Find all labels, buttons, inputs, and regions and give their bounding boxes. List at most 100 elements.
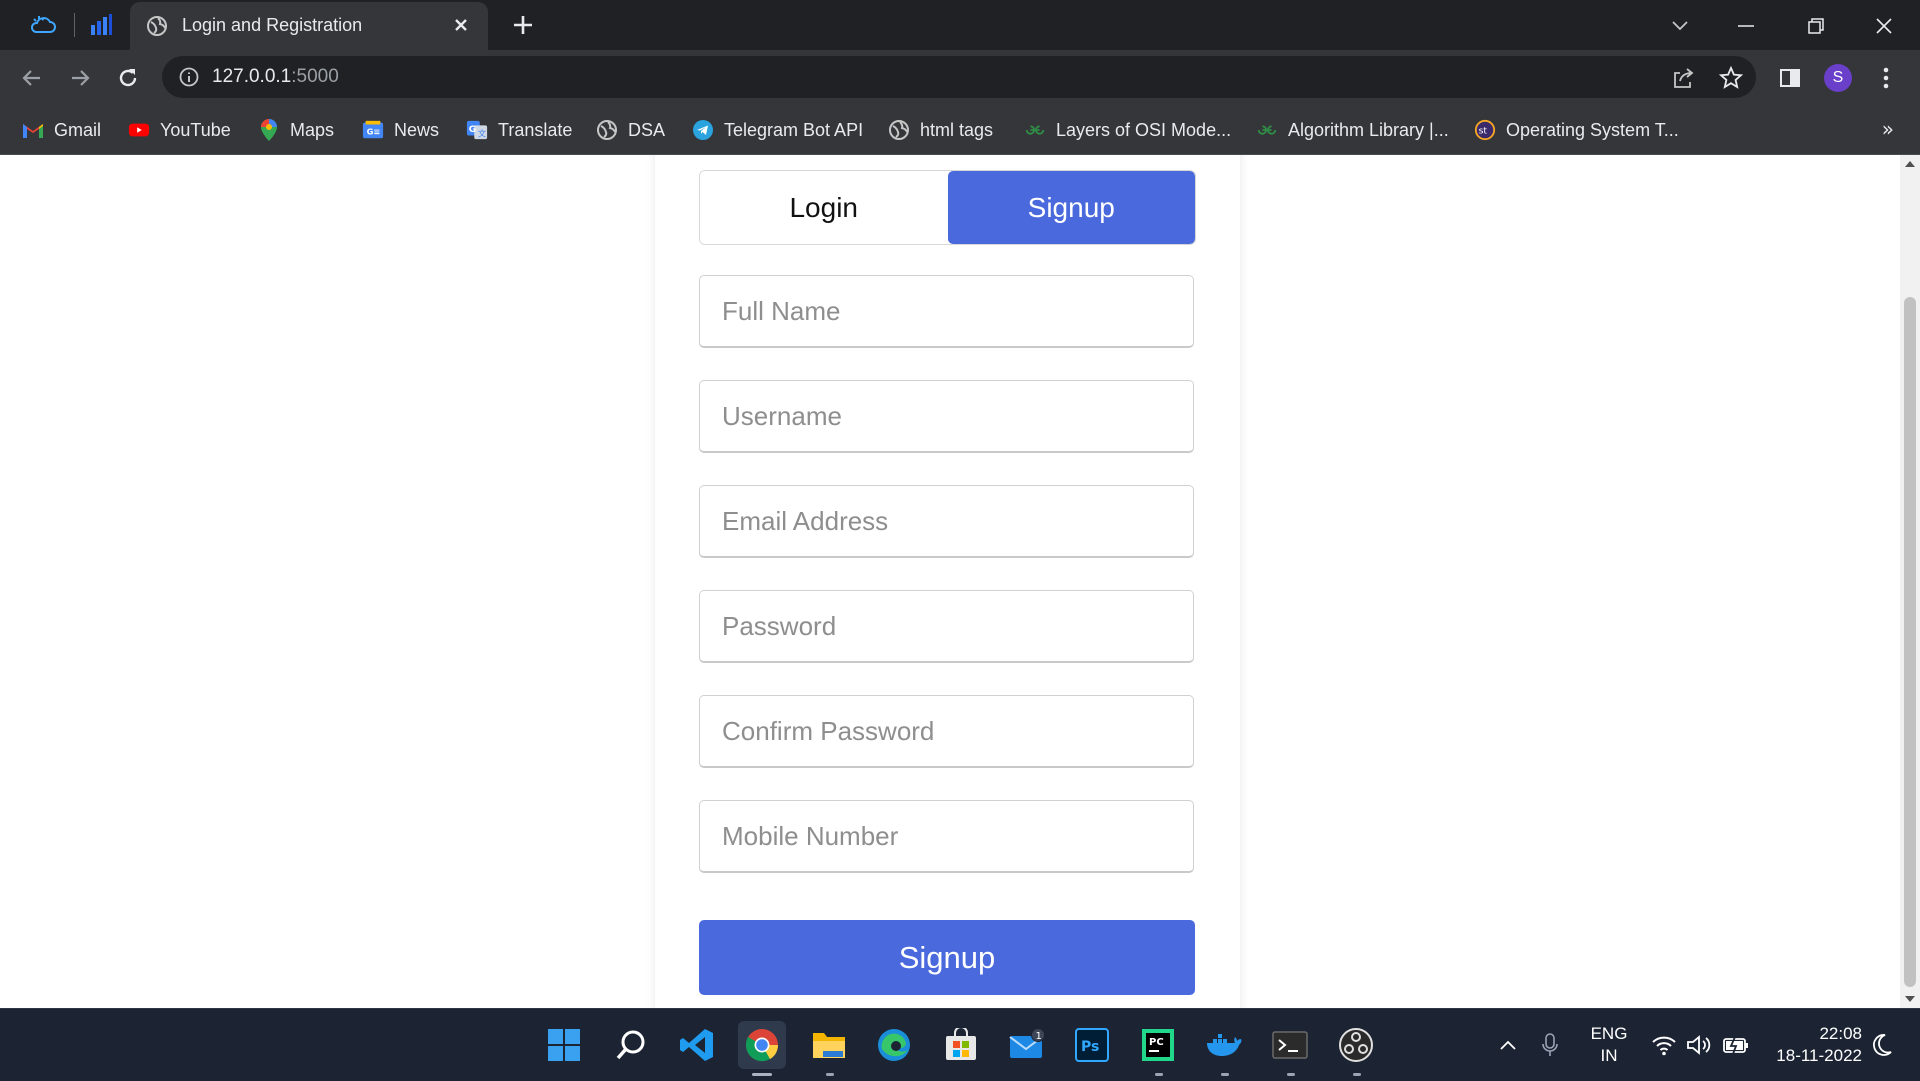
- taskbar-docker[interactable]: [1200, 1021, 1248, 1076]
- taskbar-pycharm[interactable]: PC: [1134, 1021, 1182, 1076]
- telegram-icon: [692, 119, 714, 141]
- start-button[interactable]: [540, 1021, 588, 1069]
- bookmark-telegram-bot-api[interactable]: Telegram Bot API: [692, 116, 863, 144]
- menu-button[interactable]: [1870, 62, 1902, 94]
- active-tab[interactable]: Login and Registration: [130, 2, 488, 50]
- pinned-separator: [74, 13, 75, 37]
- bookmarks-overflow-button[interactable]: »: [1882, 117, 1894, 141]
- region-code: IN: [1600, 1046, 1618, 1065]
- bookmark-label: Translate: [498, 119, 573, 140]
- taskbar-terminal[interactable]: [1266, 1021, 1314, 1076]
- taskbar-photoshop[interactable]: Ps: [1068, 1021, 1116, 1069]
- taskbar-chrome[interactable]: [738, 1021, 786, 1076]
- bookmark-maps[interactable]: Maps: [258, 116, 334, 144]
- scroll-thumb[interactable]: [1904, 297, 1916, 987]
- maps-icon: [258, 119, 280, 141]
- minimize-icon: [1738, 25, 1754, 27]
- bookmark-label: News: [394, 119, 440, 140]
- browser-tab-bar: Login and Registration: [0, 0, 1920, 50]
- battery-button[interactable]: [1722, 1031, 1750, 1059]
- tab-search-button[interactable]: [1662, 8, 1698, 44]
- bookmark-youtube[interactable]: YouTube: [128, 116, 231, 144]
- focus-assist-button[interactable]: [1868, 1031, 1896, 1059]
- page-viewport: Login Signup Signup: [0, 155, 1900, 1008]
- windows-start-icon: [548, 1029, 580, 1061]
- close-tab-icon[interactable]: [448, 12, 474, 38]
- taskbar-search-button[interactable]: [607, 1021, 655, 1069]
- globe-icon: [147, 16, 167, 36]
- moon-icon: [1873, 1034, 1892, 1056]
- minimize-button[interactable]: [1728, 8, 1764, 44]
- email-field[interactable]: [699, 485, 1194, 558]
- pinned-tab-cloud[interactable]: [28, 10, 58, 40]
- new-tab-plus-icon[interactable]: [508, 10, 538, 40]
- taskbar-vscode[interactable]: [673, 1021, 721, 1069]
- battery-charging-icon: [1723, 1036, 1748, 1055]
- news-icon: G≡: [362, 119, 384, 141]
- bookmark-html-tags[interactable]: html tags: [888, 116, 993, 144]
- bookmark-gmail[interactable]: Gmail: [22, 116, 101, 144]
- taskbar-mail[interactable]: 1: [1003, 1021, 1051, 1069]
- mail-icon: 1: [1009, 1028, 1045, 1058]
- svg-text:G≡: G≡: [367, 127, 381, 137]
- clock[interactable]: 22:08 18-11-2022: [1762, 1023, 1862, 1067]
- bookmark-dsa[interactable]: DSA: [596, 116, 665, 144]
- running-indicator: [1221, 1073, 1229, 1076]
- arrow-left-icon: [22, 70, 40, 86]
- bookmark-label: Gmail: [54, 119, 102, 140]
- bookmark-label: Telegram Bot API: [724, 119, 864, 140]
- taskbar-obs[interactable]: [1332, 1021, 1380, 1076]
- bookmark-layers-of-osi[interactable]: Layers of OSI Mode...: [1024, 116, 1231, 144]
- page-scrollbar[interactable]: [1900, 155, 1920, 1008]
- info-icon[interactable]: [178, 66, 200, 88]
- mobile-number-field[interactable]: [699, 800, 1194, 873]
- tray-overflow-button[interactable]: [1494, 1031, 1522, 1059]
- file-explorer-icon: [813, 1033, 845, 1058]
- forward-button[interactable]: [64, 62, 96, 94]
- side-panel-icon: [1780, 69, 1800, 87]
- bookmark-operating-system[interactable]: st Operating System T...: [1474, 116, 1679, 144]
- confirm-password-field[interactable]: [699, 695, 1194, 768]
- username-field[interactable]: [699, 380, 1194, 453]
- chrome-icon: [745, 1029, 779, 1062]
- bookmark-label: YouTube: [160, 119, 231, 140]
- obs-icon: [1339, 1028, 1373, 1062]
- running-indicator: [1353, 1073, 1361, 1076]
- taskbar-file-explorer[interactable]: [805, 1021, 853, 1076]
- language-indicator[interactable]: ENG IN: [1576, 1023, 1642, 1067]
- address-bar[interactable]: 127.0.0.1:5000: [162, 56, 1756, 98]
- scroll-down-arrow-icon[interactable]: [1905, 996, 1915, 1002]
- bookmark-label: html tags: [920, 119, 994, 140]
- pinned-tab-analytics[interactable]: [86, 10, 116, 40]
- close-window-button[interactable]: [1866, 8, 1902, 44]
- password-field[interactable]: [699, 590, 1194, 663]
- kebab-menu-icon: [1883, 67, 1889, 89]
- tab-signup[interactable]: Signup: [947, 171, 1195, 244]
- running-indicator: [752, 1073, 772, 1076]
- restore-button[interactable]: [1798, 8, 1834, 44]
- full-name-field[interactable]: [699, 275, 1194, 348]
- photoshop-icon: Ps: [1075, 1028, 1109, 1062]
- url-text[interactable]: 127.0.0.1:5000: [212, 66, 339, 88]
- wifi-button[interactable]: [1650, 1031, 1678, 1059]
- reload-button[interactable]: [112, 62, 144, 94]
- side-panel-button[interactable]: [1774, 62, 1806, 94]
- mail-badge: 1: [1036, 1031, 1042, 1042]
- taskbar-microsoft-store[interactable]: [937, 1021, 985, 1069]
- microphone-button[interactable]: [1536, 1031, 1564, 1059]
- taskbar-edge[interactable]: [870, 1021, 918, 1069]
- studytonight-icon: st: [1474, 119, 1496, 141]
- scroll-up-arrow-icon[interactable]: [1905, 161, 1915, 167]
- bookmark-algorithm-library[interactable]: Algorithm Library |...: [1256, 116, 1449, 144]
- bookmark-news[interactable]: G≡ News: [362, 116, 439, 144]
- bookmark-translate[interactable]: G文 Translate: [466, 116, 572, 144]
- bookmark-star-icon[interactable]: [1718, 65, 1744, 91]
- language-code: ENG: [1590, 1024, 1628, 1043]
- volume-button[interactable]: [1686, 1031, 1714, 1059]
- signup-submit-button[interactable]: Signup: [699, 920, 1195, 995]
- profile-button[interactable]: S: [1822, 62, 1854, 94]
- tab-login[interactable]: Login: [700, 171, 948, 244]
- svg-text:st: st: [1479, 126, 1488, 137]
- share-icon[interactable]: [1670, 65, 1696, 91]
- back-button[interactable]: [16, 62, 48, 94]
